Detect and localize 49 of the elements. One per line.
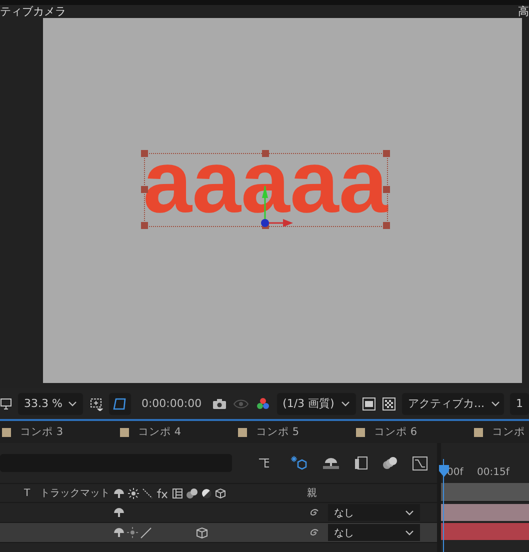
comp-tab[interactable]: コンポ [492,425,525,439]
quality-icon[interactable] [140,526,152,538]
parent-dropdown[interactable]: なし [328,524,420,541]
motion-blur-icon[interactable] [186,488,198,498]
shy-switch-icon[interactable] [113,488,125,498]
parent-dropdown[interactable]: なし [328,504,420,521]
zoom-dropdown[interactable]: 33.3 % [18,392,84,414]
frame-blend-icon[interactable] [354,456,368,470]
motion-blur-icon[interactable] [382,456,398,470]
color-channels-icon[interactable] [254,396,271,412]
caret-icon [405,510,414,516]
fx-icon[interactable] [156,488,169,498]
cube-icon[interactable] [196,526,208,538]
timecode[interactable]: 0:00:00:00 [137,397,206,410]
comp-tab[interactable]: コンポ 6 [374,425,418,439]
adjustment-icon[interactable] [201,488,212,498]
shy-switch-icon[interactable] [113,527,125,538]
monitor-icon[interactable] [0,398,12,410]
shy-icon[interactable] [322,456,340,470]
caret-icon [68,400,78,406]
shy-switch-icon[interactable] [113,507,125,518]
view-dropdown[interactable]: アクティブカ... [402,392,504,414]
ruler-label: 00:15f [477,467,510,478]
caret-icon [341,400,350,406]
checkerboard-icon[interactable] [382,396,396,410]
caret-icon [405,530,414,536]
comp-tab[interactable]: コンポ 3 [20,425,64,439]
column-header: T [24,488,32,498]
layer-row[interactable]: なし [0,523,437,543]
comp-tab[interactable]: コンポ 4 [138,425,182,439]
column-header: トラックマット [40,487,111,500]
comp-tab[interactable]: コンポ 5 [256,425,300,439]
pick-whip-icon[interactable] [308,506,320,518]
draft-3d-icon[interactable] [290,455,308,471]
caret-icon [490,400,500,406]
safe-area-icon[interactable] [362,396,376,410]
region-icon[interactable] [89,396,104,410]
sun-icon[interactable] [128,488,139,498]
resolution-dropdown[interactable]: (1/3 画質) [276,392,356,414]
graph-editor-icon[interactable] [412,455,428,471]
column-header: 親 [307,486,317,500]
pick-whip-icon[interactable] [308,526,320,538]
render-mode-label: 高 [518,5,529,18]
camera-icon[interactable] [212,398,227,410]
frame-blend-icon[interactable] [172,488,183,498]
cube-icon[interactable] [215,488,226,498]
camera-label: ティブカメラ [0,5,66,18]
quality-icon[interactable] [142,488,153,498]
view-count-dropdown[interactable]: 1 [510,392,529,414]
